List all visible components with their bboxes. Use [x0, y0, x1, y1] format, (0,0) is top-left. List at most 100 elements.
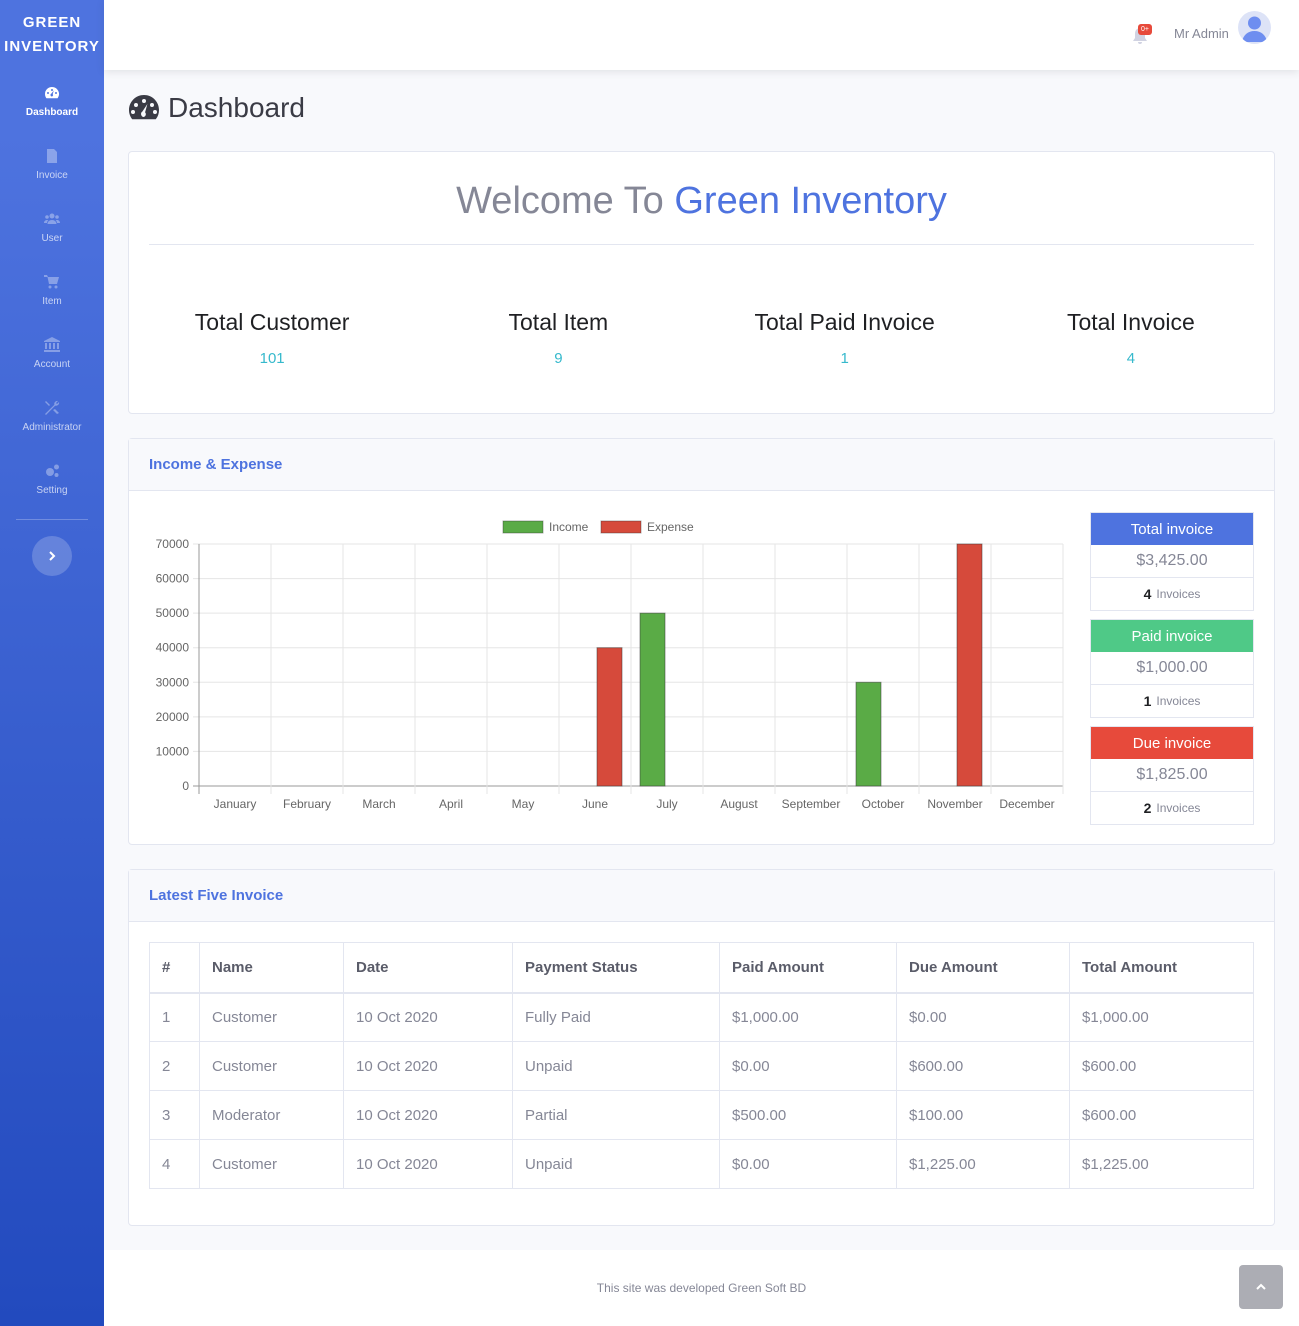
- table-row: 2 Customer 10 Oct 2020 Unpaid $0.00 $600…: [150, 1042, 1254, 1091]
- chevron-up-icon: [1255, 1281, 1267, 1293]
- column-header: Due Amount: [897, 943, 1070, 993]
- bar-expense: [957, 544, 982, 786]
- x-tick-label: August: [720, 797, 758, 811]
- table-cell: 3: [150, 1091, 200, 1140]
- page-title-text: Dashboard: [168, 92, 305, 124]
- summary-count-row: 2Invoices: [1091, 792, 1253, 824]
- y-tick-label: 30000: [156, 675, 190, 689]
- table-cell: $0.00: [720, 1140, 897, 1189]
- sidebar-item-item[interactable]: Item: [0, 259, 104, 322]
- sidebar-item-administrator[interactable]: Administrator: [0, 385, 104, 448]
- summary-count-row: 1 Invoices: [1091, 685, 1253, 717]
- table-cell: $1,225.00: [897, 1140, 1070, 1189]
- user-avatar-icon: [1238, 11, 1271, 44]
- footer-text: This site was developed Green Soft BD: [597, 1281, 806, 1295]
- sidebar-item-dashboard[interactable]: Dashboard: [0, 70, 104, 133]
- summary-due-invoice: Due invoice $1,825.00 2Invoices: [1090, 726, 1254, 825]
- scroll-to-top-button[interactable]: [1239, 1265, 1283, 1309]
- table-cell: 4: [150, 1140, 200, 1189]
- summary-amount: $3,425.00: [1091, 545, 1253, 578]
- summary-unit: Invoices: [1156, 694, 1200, 708]
- x-tick-label: December: [999, 797, 1054, 811]
- table-cell: $1,000.00: [720, 993, 897, 1042]
- table-cell: Unpaid: [513, 1042, 720, 1091]
- sidebar-item-label: Item: [42, 296, 61, 307]
- sidebar-item-account[interactable]: Account: [0, 322, 104, 385]
- sidebar-divider: [16, 519, 88, 520]
- page-title: Dashboard: [128, 92, 305, 124]
- summary-title: Due invoice: [1091, 727, 1253, 759]
- avatar[interactable]: [1238, 11, 1271, 44]
- y-tick-label: 70000: [156, 537, 190, 551]
- table-row: 3 Moderator 10 Oct 2020 Partial $500.00 …: [150, 1091, 1254, 1140]
- tools-icon: [44, 400, 60, 416]
- stat-total-item: Total Item 9: [415, 309, 701, 367]
- sidebar-item-label: Invoice: [36, 170, 68, 181]
- sidebar-item-label: Administrator: [23, 422, 82, 433]
- sidebar-toggle-button[interactable]: [32, 536, 72, 576]
- summary-title: Total invoice: [1091, 513, 1253, 545]
- table-cell: 1: [150, 993, 200, 1042]
- column-header: Name: [200, 943, 344, 993]
- latest-invoice-title: Latest Five Invoice: [129, 870, 1274, 922]
- legend-swatch-income: [503, 521, 543, 533]
- column-header: Payment Status: [513, 943, 720, 993]
- stat-value: 9: [415, 350, 701, 367]
- table-cell: $600.00: [897, 1042, 1070, 1091]
- sidebar-item-user[interactable]: User: [0, 196, 104, 259]
- table-cell: 10 Oct 2020: [344, 1140, 513, 1189]
- table-cell: Customer: [200, 993, 344, 1042]
- summary-unit: Invoices: [1156, 587, 1200, 601]
- column-header: Paid Amount: [720, 943, 897, 993]
- x-tick-label: July: [656, 797, 677, 811]
- summary-count: 4: [1144, 586, 1152, 602]
- table-cell: 2: [150, 1042, 200, 1091]
- table-cell: $500.00: [720, 1091, 897, 1140]
- sidebar-item-label: Dashboard: [26, 107, 78, 118]
- summary-amount: $1,825.00: [1091, 759, 1253, 792]
- stat-value: 101: [129, 350, 415, 367]
- sidebar-item-label: User: [41, 233, 62, 244]
- summary-amount: $1,000.00: [1091, 652, 1253, 685]
- user-name[interactable]: Mr Admin: [1174, 26, 1229, 41]
- stat-value: 4: [988, 350, 1274, 367]
- x-tick-label: January: [214, 797, 257, 811]
- summary-count: 1: [1144, 693, 1152, 709]
- table-cell: 10 Oct 2020: [344, 1091, 513, 1140]
- footer: This site was developed Green Soft BD: [104, 1250, 1299, 1326]
- table-cell: Moderator: [200, 1091, 344, 1140]
- welcome-accent: Green Inventory: [674, 180, 946, 222]
- income-expense-card: Income & Expense 01000020000300004000050…: [128, 438, 1275, 845]
- table-cell: $1,000.00: [1070, 993, 1254, 1042]
- column-header: Total Amount: [1070, 943, 1254, 993]
- table-cell: Customer: [200, 1140, 344, 1189]
- stat-total-paid-invoice: Total Paid Invoice 1: [702, 309, 988, 367]
- column-header: #: [150, 943, 200, 993]
- table-cell: Customer: [200, 1042, 344, 1091]
- summary-title: Paid invoice: [1091, 620, 1253, 652]
- chevron-right-icon: [46, 550, 58, 562]
- sidebar-item-invoice[interactable]: Invoice: [0, 133, 104, 196]
- welcome-card: Welcome To Green Inventory Total Custome…: [128, 151, 1275, 414]
- brand-logo[interactable]: GREEN INVENTORY: [0, 0, 104, 70]
- income-expense-title: Income & Expense: [129, 439, 1274, 491]
- summary-count-row: 4 Invoices: [1091, 578, 1253, 610]
- bank-icon: [44, 337, 60, 353]
- stat-total-invoice: Total Invoice 4: [988, 309, 1274, 367]
- brand-line-1: GREEN: [23, 11, 81, 35]
- summary-count: 2: [1144, 800, 1152, 816]
- sidebar-item-setting[interactable]: Setting: [0, 448, 104, 511]
- y-tick-label: 50000: [156, 606, 190, 620]
- legend-label: Income: [549, 520, 589, 534]
- cart-icon: [44, 274, 60, 290]
- legend-swatch-expense: [601, 521, 641, 533]
- x-tick-label: March: [362, 797, 395, 811]
- table-cell: Partial: [513, 1091, 720, 1140]
- sidebar: GREEN INVENTORY Dashboard Invoice User I…: [0, 0, 104, 1326]
- column-header: Date: [344, 943, 513, 993]
- x-tick-label: April: [439, 797, 463, 811]
- table-header-row: # Name Date Payment Status Paid Amount D…: [150, 943, 1254, 993]
- brand-line-2: INVENTORY: [4, 35, 100, 59]
- latest-invoice-table: # Name Date Payment Status Paid Amount D…: [149, 942, 1254, 1189]
- sidebar-item-label: Setting: [36, 485, 67, 496]
